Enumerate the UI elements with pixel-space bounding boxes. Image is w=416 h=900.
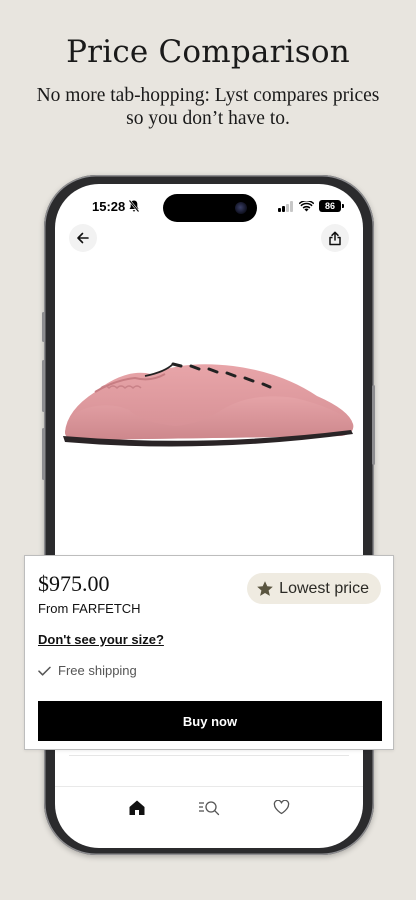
share-button[interactable] — [321, 224, 349, 252]
lowest-price-badge: Lowest price — [247, 573, 381, 604]
dynamic-island — [163, 194, 257, 222]
status-icons: 86 — [278, 199, 344, 213]
phone-side-button — [42, 312, 45, 342]
product-image — [63, 362, 354, 447]
battery-icon: 86 — [319, 200, 344, 212]
buy-now-button[interactable]: Buy now — [38, 701, 382, 741]
back-arrow-icon — [77, 232, 89, 244]
phone-power-button — [372, 385, 375, 465]
shipping-info: Free shipping — [38, 663, 137, 678]
marketing-headline: Price Comparison — [66, 34, 350, 70]
shipping-label: Free shipping — [58, 663, 137, 678]
bell-slash-icon — [128, 199, 140, 213]
heart-icon — [273, 800, 289, 815]
phone-volume-up — [42, 360, 45, 412]
bottom-tab-bar — [55, 786, 363, 828]
share-icon — [329, 231, 341, 245]
price-value: $975.00 — [38, 571, 110, 596]
search-list-icon — [199, 800, 220, 815]
tab-wishlist[interactable] — [267, 794, 295, 822]
badge-label: Lowest price — [279, 579, 369, 597]
status-time: 15:28 — [92, 199, 126, 214]
list-divider — [69, 752, 349, 756]
signal-icon — [278, 200, 294, 212]
tab-home[interactable] — [123, 794, 151, 822]
phone-volume-down — [42, 428, 45, 480]
price-card: $975.00 From FARFETCH Lowest price Don't… — [24, 555, 394, 750]
seller-label: From FARFETCH — [38, 601, 141, 616]
tab-search[interactable] — [195, 794, 223, 822]
back-button[interactable] — [69, 224, 97, 252]
star-icon — [257, 580, 273, 596]
size-help-link[interactable]: Don't see your size? — [38, 632, 164, 647]
check-icon — [38, 666, 51, 676]
wifi-icon — [299, 200, 314, 211]
camera-icon — [235, 202, 247, 214]
home-icon — [129, 800, 145, 815]
marketing-subhead: No more tab-hopping: Lyst compares price… — [36, 85, 380, 129]
